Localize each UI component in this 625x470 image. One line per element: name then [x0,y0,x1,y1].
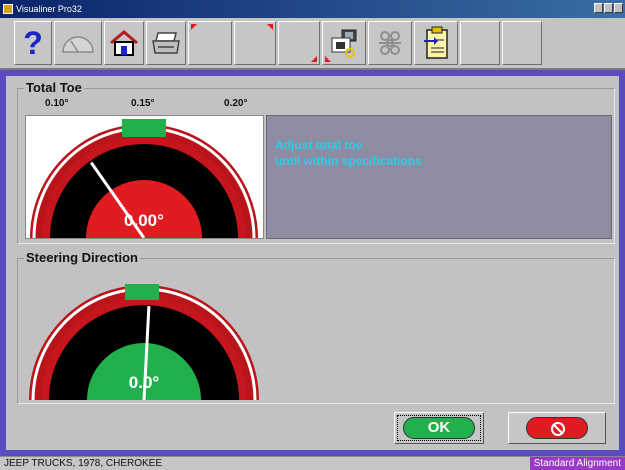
clipboard-button[interactable] [414,21,458,65]
help-icon: ? [23,27,43,59]
cancel-button[interactable] [508,412,606,444]
vehicle-camera-button[interactable] [322,21,366,65]
vehicle-camera-icon [331,29,357,58]
corner-marker-icon [191,24,197,30]
toe-scale-low: 0.10° [45,98,69,109]
maximize-button[interactable] [604,3,613,13]
corner-marker-icon [311,56,317,62]
toolbar: ? [0,18,625,70]
steering-gauge: 0.0° [25,280,264,400]
close-button[interactable] [614,3,623,13]
steering-value: 0.0° [128,373,160,392]
corner-marker-icon [267,24,273,30]
printer-icon [152,32,180,54]
toe-gauge: 0.00° [25,115,264,239]
instruction-line-2: until within specifications [275,154,422,168]
home-icon [110,30,138,56]
total-toe-title: Total Toe [24,80,84,95]
app-icon [3,4,13,14]
ok-label: OK [403,417,475,439]
toe-scale-high: 0.20° [224,98,248,109]
toolbar-slot-5[interactable] [188,21,232,65]
vehicle-info: JEEP TRUCKS, 1978, CHEROKEE [4,458,163,469]
instruction-message: Adjust total toe until within specificat… [266,115,612,239]
ok-button[interactable]: OK [394,412,484,444]
toe-scale-mid: 0.15° [131,98,155,109]
clipboard-arrow-icon [424,26,448,59]
toolbar-slot-11[interactable] [460,21,500,65]
home-button[interactable] [104,21,144,65]
network-icon [379,31,401,55]
instruction-line-1: Adjust total toe [275,138,363,152]
gauge-icon [62,36,94,53]
print-button[interactable] [146,21,186,65]
alignment-mode: Standard Alignment [529,457,625,470]
window-title: Visualiner Pro32 [16,4,82,14]
network-button[interactable] [368,21,412,65]
help-button[interactable]: ? [14,21,52,65]
prohibited-icon [551,422,565,436]
toolbar-slot-6[interactable] [234,21,276,65]
toe-value: 0.00° [124,211,164,230]
title-bar: Visualiner Pro32 [0,0,625,18]
svg-text:?: ? [23,27,43,59]
steering-title: Steering Direction [24,250,140,265]
window-controls [594,3,623,13]
toolbar-slot-12[interactable] [502,21,542,65]
gauge-button[interactable] [54,21,102,65]
toolbar-slot-7[interactable] [278,21,320,65]
cancel-pill [526,417,588,439]
minimize-button[interactable] [594,3,603,13]
status-bar: JEEP TRUCKS, 1978, CHEROKEE Standard Ali… [0,456,625,470]
